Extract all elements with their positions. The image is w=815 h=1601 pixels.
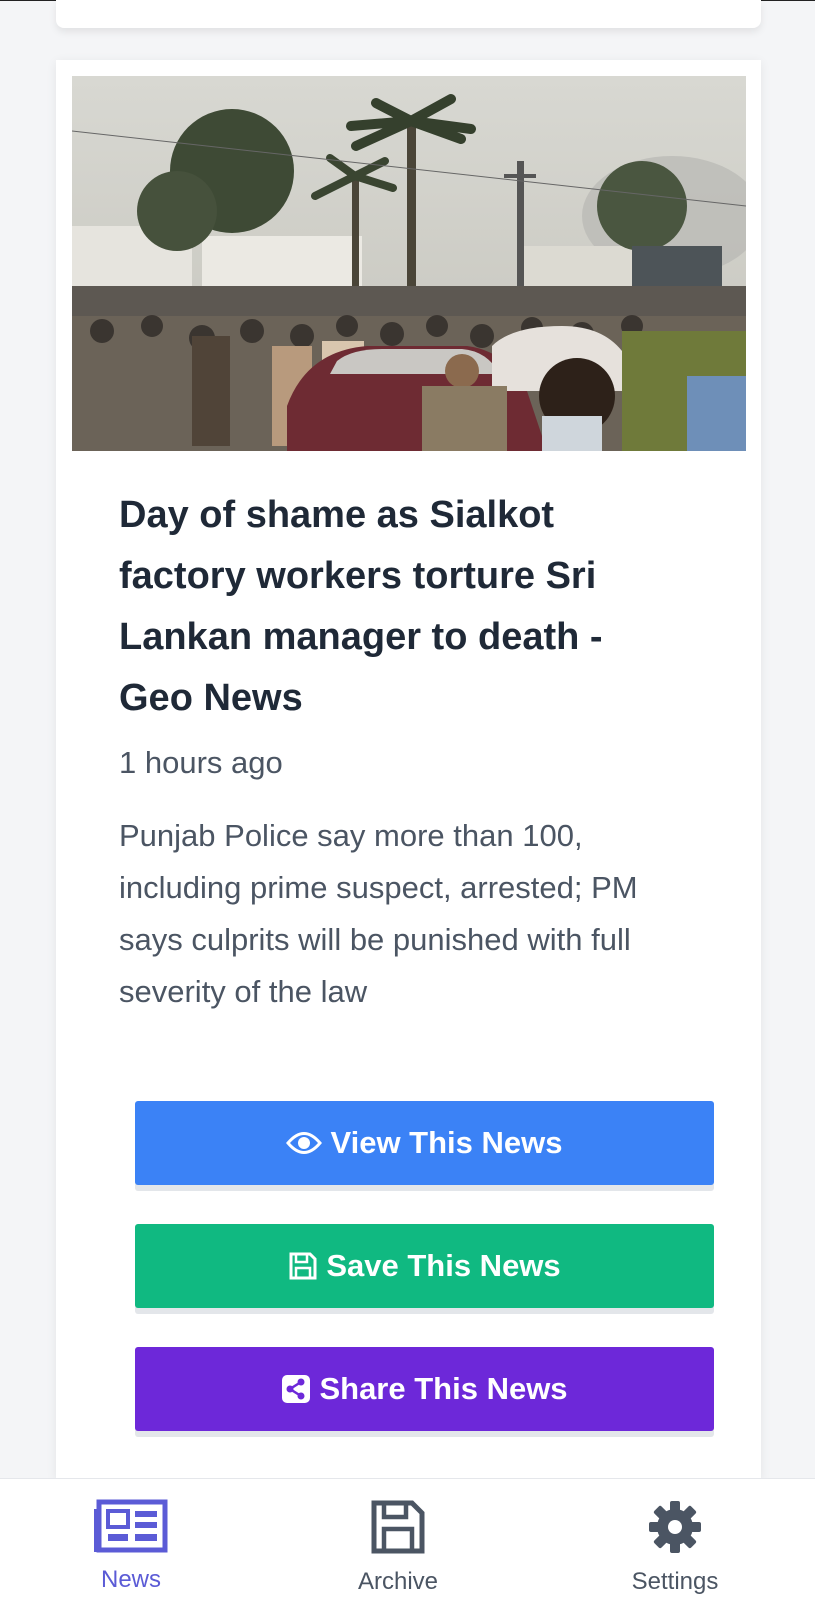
nav-item-news[interactable]: News (51, 1499, 211, 1594)
share-icon (281, 1374, 311, 1404)
nav-item-settings[interactable]: Settings (595, 1499, 755, 1596)
save-news-label: Save This News (326, 1248, 561, 1283)
newspaper-icon (93, 1499, 169, 1558)
nav-item-archive[interactable]: Archive (318, 1499, 478, 1596)
eye-icon (286, 1130, 323, 1156)
nav-label-news: News (100, 1566, 161, 1593)
news-summary: Punjab Police say more than 100, includi… (119, 818, 638, 1009)
share-news-label: Share This News (319, 1371, 568, 1406)
bottom-navigation: News Archive Settings (0, 1478, 815, 1601)
news-headline: Day of shame as Sialkot factory workers … (119, 494, 603, 719)
floppy-disk-icon (288, 1251, 318, 1281)
previous-news-card[interactable] (56, 0, 761, 28)
view-news-label: View This News (330, 1125, 563, 1160)
share-news-button[interactable]: Share This News (135, 1347, 714, 1431)
news-card: Day of shame as Sialkot factory workers … (56, 60, 761, 1480)
news-photo-illustration (72, 76, 746, 451)
floppy-disk-icon (370, 1499, 426, 1560)
nav-label-settings: Settings (631, 1568, 719, 1595)
news-timestamp: 1 hours ago (119, 745, 283, 780)
nav-label-archive: Archive (357, 1568, 439, 1595)
save-news-button[interactable]: Save This News (135, 1224, 714, 1308)
news-photo (72, 76, 746, 451)
view-news-button[interactable]: View This News (135, 1101, 714, 1185)
gear-icon (647, 1499, 703, 1560)
